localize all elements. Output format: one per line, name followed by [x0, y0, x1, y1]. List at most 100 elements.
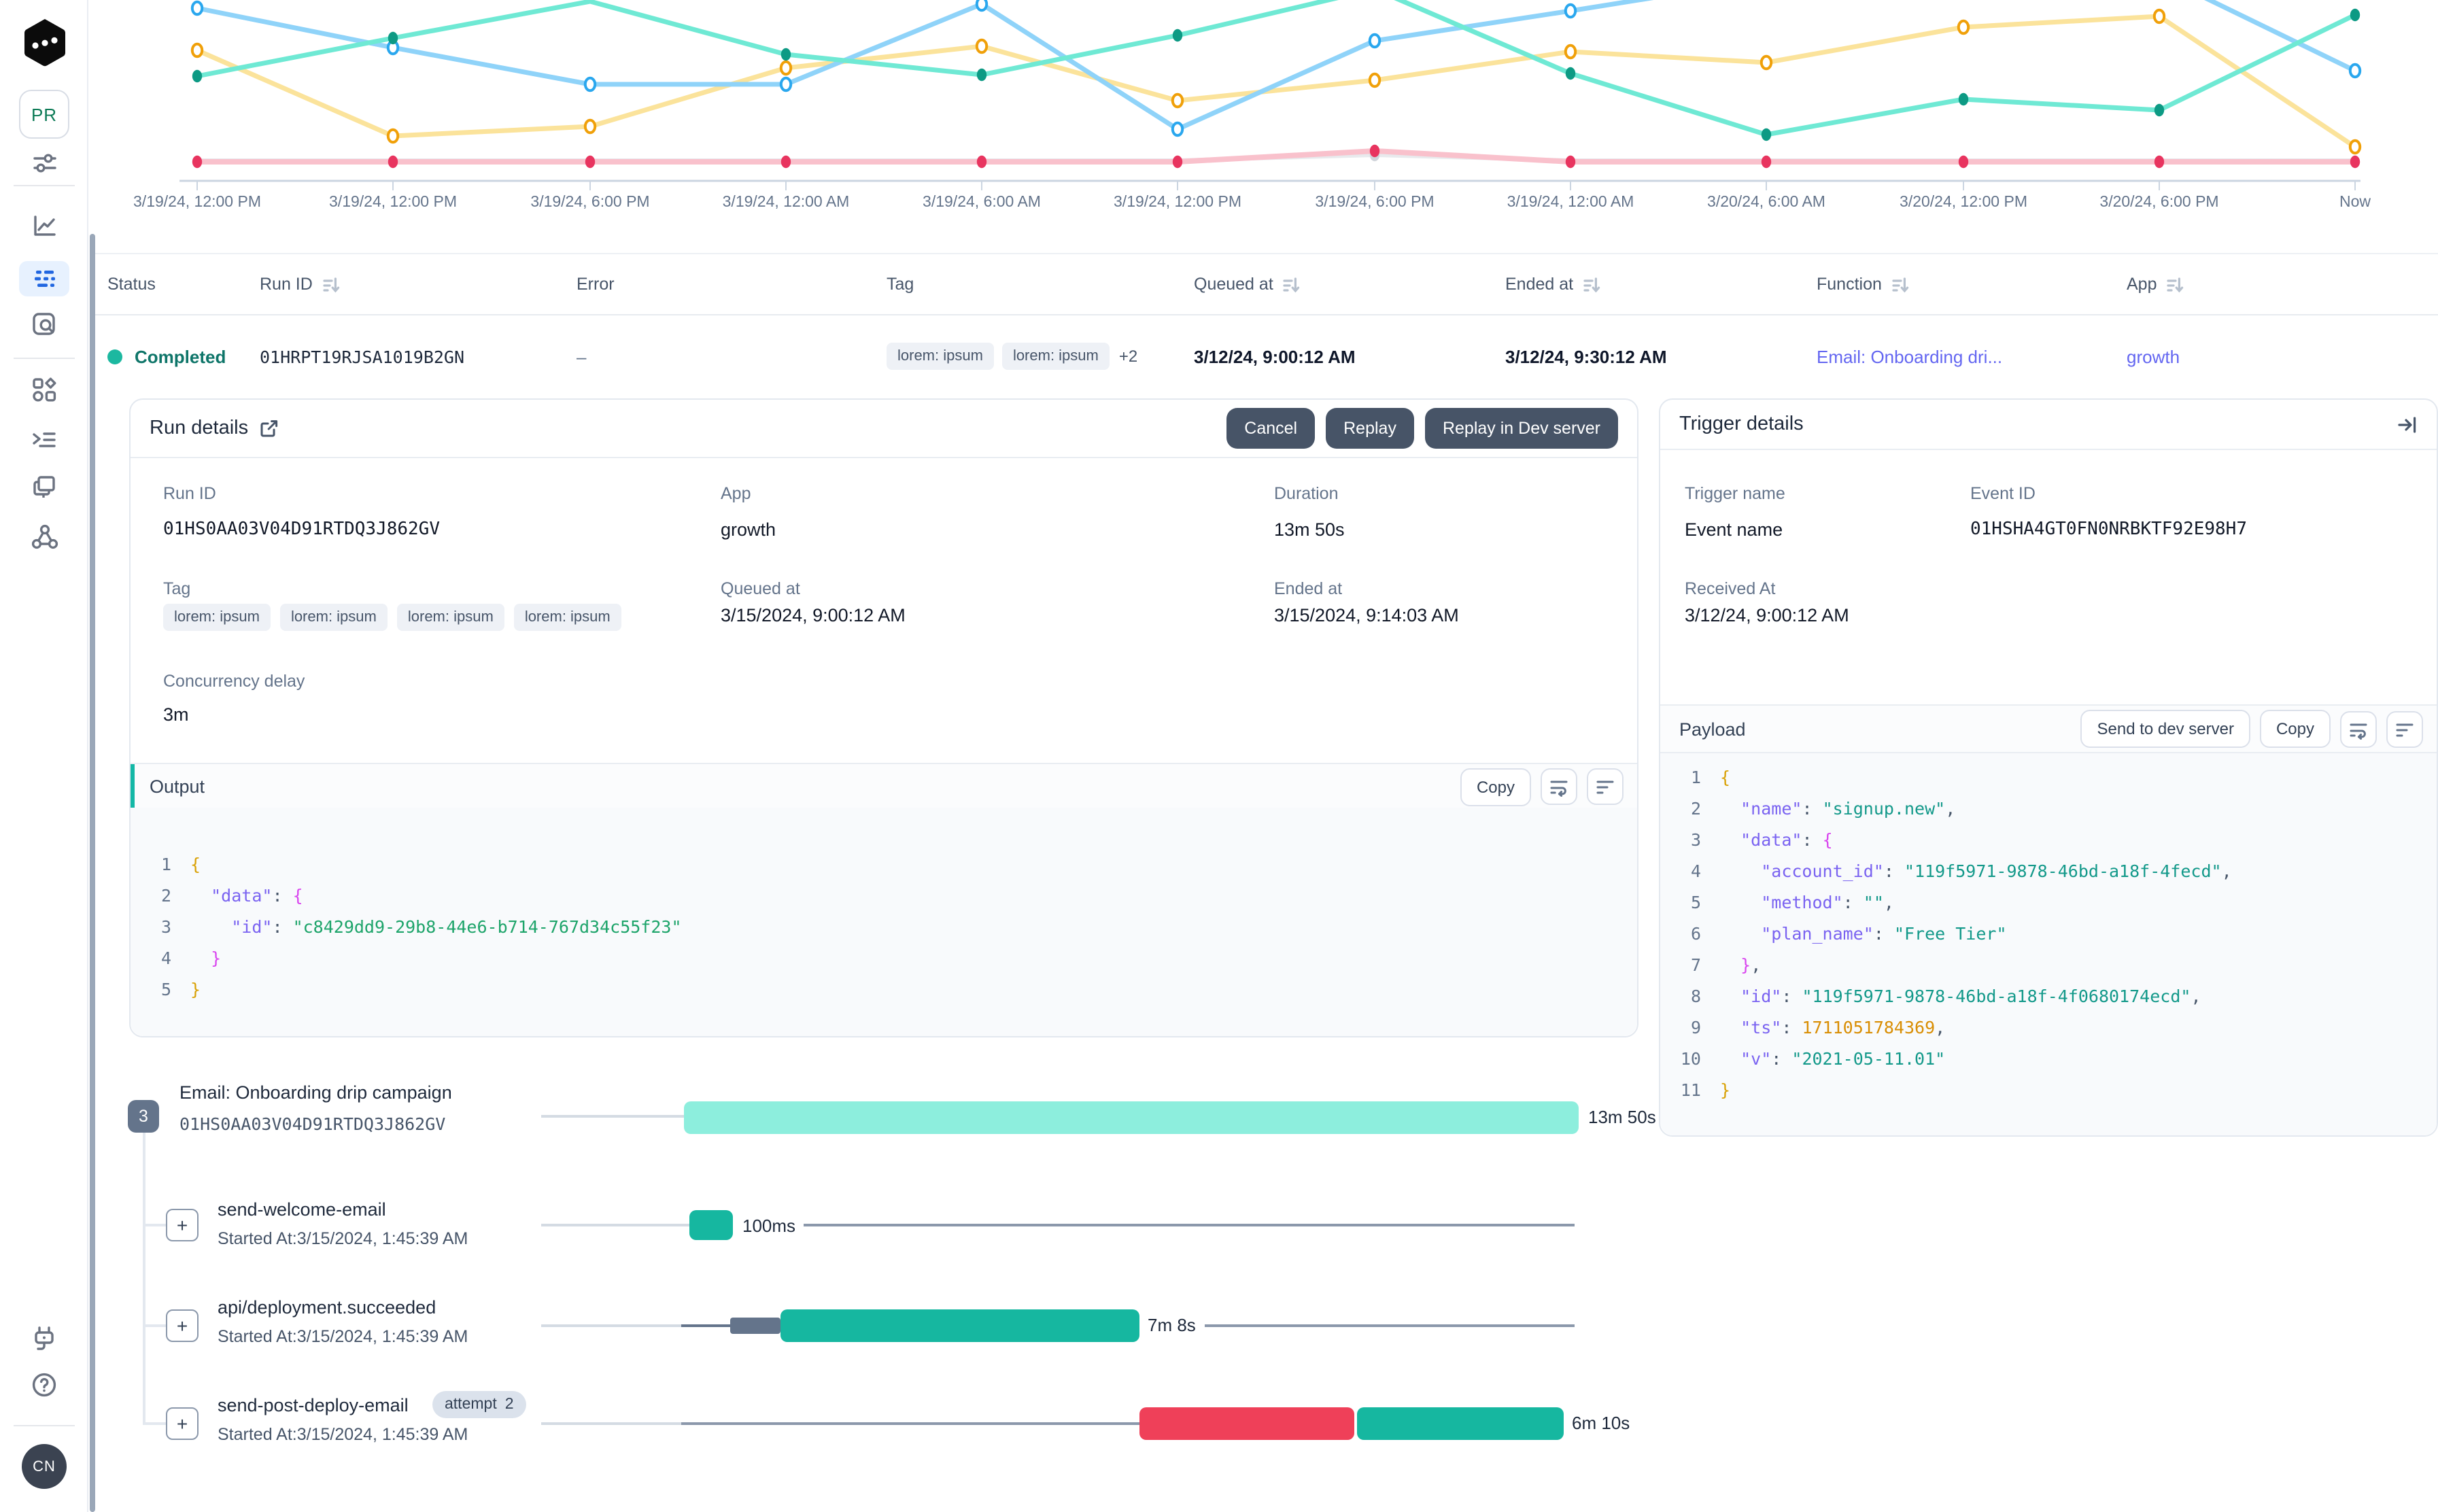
- code-line: 4 }: [160, 948, 222, 968]
- chart-x-axis: 3/19/24, 12:00 PM 3/19/24, 12:00 PM 3/19/2…: [95, 192, 2438, 219]
- failed-attempt-bar[interactable]: [1139, 1407, 1354, 1440]
- avatar-initials: CN: [33, 1458, 56, 1475]
- field-value-run-id: 01HS0AA03V04D91RTDQ3J862GV: [163, 519, 440, 540]
- output-title: Output: [150, 776, 205, 797]
- sort-icon[interactable]: [1583, 275, 1600, 293]
- env-badge[interactable]: PR: [19, 90, 69, 139]
- trace-connector: [541, 1324, 681, 1327]
- field-value-concurrency-delay: 3m: [163, 704, 189, 725]
- wrap-text-icon: [1550, 780, 1568, 797]
- run-tags: lorem: ipsum lorem: ipsum lorem: ipsum lore…: [163, 604, 621, 631]
- field-label-duration: Duration: [1274, 484, 1339, 503]
- output-header: Output Copy: [131, 763, 1637, 810]
- trace-row-title[interactable]: Email: Onboarding drip campaign: [179, 1082, 452, 1103]
- x-axis-tick-label: 3/19/24, 12:00 AM: [1507, 194, 1634, 211]
- trace-row-title[interactable]: send-post-deploy-email: [218, 1395, 409, 1415]
- sort-icon[interactable]: [2167, 275, 2184, 293]
- external-link-icon[interactable]: [259, 419, 278, 438]
- field-value-trigger-name: Event name: [1685, 519, 1783, 540]
- x-axis-tick-label: 3/20/24, 6:00 PM: [2099, 194, 2219, 211]
- replay-button[interactable]: Replay: [1326, 408, 1414, 449]
- payload-copy-button[interactable]: Copy: [2259, 710, 2331, 748]
- align-left-button[interactable]: [2386, 710, 2423, 747]
- code-line: 2 "name": "signup.new",: [1690, 798, 1956, 819]
- trigger-details-header: Trigger details: [1660, 400, 2437, 450]
- field-value-app[interactable]: growth: [721, 519, 776, 540]
- run-table-row[interactable]: Completed 01HRPT19RJSA1019B2GN – lorem: …: [95, 315, 2438, 397]
- column-header-ended-at[interactable]: Ended at: [1505, 254, 1600, 314]
- filters-icon[interactable]: [0, 150, 88, 177]
- step-span-bar[interactable]: [1357, 1407, 1564, 1440]
- code-line: 9 "ts": 1711051784369,: [1690, 1017, 1946, 1037]
- expand-step-button[interactable]: +: [166, 1407, 199, 1440]
- span-duration: 100ms: [742, 1216, 796, 1236]
- trace-extent-line: [1205, 1324, 1575, 1326]
- search-icon[interactable]: [0, 310, 88, 339]
- sort-icon[interactable]: [1891, 275, 1909, 293]
- trace-row-title[interactable]: send-welcome-email: [218, 1199, 386, 1220]
- payload-title: Payload: [1679, 719, 1746, 739]
- x-axis-tick-label: 3/19/24, 12:00 PM: [133, 194, 261, 211]
- code-line: 8 "id": "119f5971-9878-46bd-a18f-4f06801…: [1690, 986, 2201, 1006]
- wrap-text-button[interactable]: [1541, 768, 1577, 805]
- x-axis-tick-label: 3/20/24, 6:00 AM: [1707, 194, 1825, 211]
- runs-chart: 3/19/24, 12:00 PM 3/19/24, 12:00 PM 3/19/2…: [95, 0, 2438, 228]
- run-status: Completed: [107, 315, 226, 397]
- field-label-queued-at: Queued at: [721, 579, 800, 598]
- run-details-header: Run details Cancel Replay Replay in Dev …: [131, 400, 1637, 458]
- function-link[interactable]: Email: Onboarding dri...: [1817, 346, 2002, 366]
- ended-at-value: 3/12/24, 9:30:12 AM: [1505, 346, 1667, 366]
- send-to-dev-server-button[interactable]: Send to dev server: [2080, 710, 2250, 748]
- apps-icon[interactable]: [0, 375, 88, 404]
- tree-stub: [143, 1224, 166, 1226]
- dev-server-icon[interactable]: [0, 1324, 88, 1353]
- field-value-duration: 13m 50s: [1274, 519, 1345, 540]
- align-left-button[interactable]: [1587, 768, 1624, 805]
- column-header-tag: Tag: [887, 275, 914, 294]
- expand-step-button[interactable]: +: [166, 1209, 199, 1241]
- collapse-panel-icon[interactable]: [2397, 414, 2418, 434]
- runs-chart-svg[interactable]: [95, 0, 2438, 190]
- webhook-icon[interactable]: [0, 522, 88, 552]
- trace-row-title[interactable]: api/deployment.succeeded: [218, 1297, 436, 1318]
- replay-dev-server-button[interactable]: Replay in Dev server: [1424, 408, 1618, 449]
- step-span-bar[interactable]: [689, 1210, 733, 1240]
- trace-connector: [541, 1115, 684, 1118]
- x-axis-tick-label: 3/19/24, 6:00 PM: [1315, 194, 1435, 211]
- sidebar-divider: [14, 1425, 75, 1426]
- x-axis-tick-label: 3/19/24, 12:00 PM: [329, 194, 457, 211]
- x-axis-tick-label: Now: [2339, 194, 2371, 211]
- inngest-logo[interactable]: [0, 16, 88, 71]
- metrics-icon[interactable]: [0, 212, 88, 239]
- app-link[interactable]: growth: [2127, 346, 2180, 366]
- column-header-queued-at[interactable]: Queued at: [1194, 254, 1301, 314]
- runs-icon: [34, 271, 54, 287]
- trace-connector: [541, 1422, 681, 1425]
- sort-icon[interactable]: [322, 275, 340, 293]
- output-copy-button[interactable]: Copy: [1460, 768, 1531, 806]
- column-header-run-id[interactable]: Run ID: [260, 254, 340, 314]
- column-header-app[interactable]: App: [2127, 254, 2184, 314]
- main-content: 3/19/24, 12:00 PM 3/19/24, 12:00 PM 3/19/2…: [95, 0, 2438, 1512]
- console-icon[interactable]: [0, 426, 88, 454]
- sidebar-item-runs[interactable]: [19, 261, 69, 296]
- scrollbar-thumb[interactable]: [90, 234, 95, 1512]
- code-line: 1{: [1690, 767, 1731, 787]
- expand-step-button[interactable]: +: [166, 1309, 199, 1342]
- x-axis-tick-label: 3/19/24, 6:00 AM: [923, 194, 1041, 211]
- cancel-button[interactable]: Cancel: [1226, 408, 1316, 449]
- runs-table-header: Status Run ID Error Tag Queued at Ended …: [95, 254, 2438, 315]
- help-icon[interactable]: [0, 1371, 88, 1399]
- error-value: –: [577, 346, 587, 366]
- step-span-bar[interactable]: [780, 1309, 1139, 1342]
- column-header-function[interactable]: Function: [1817, 254, 1909, 314]
- function-span-bar[interactable]: [684, 1101, 1579, 1134]
- wrap-text-button[interactable]: [2340, 710, 2377, 747]
- queue-segment: [681, 1324, 730, 1327]
- user-avatar[interactable]: CN: [22, 1444, 67, 1489]
- sort-icon[interactable]: [1283, 275, 1301, 293]
- span-duration: 6m 10s: [1572, 1413, 1630, 1433]
- pages-icon[interactable]: [0, 473, 88, 502]
- sidebar-divider: [14, 185, 75, 186]
- tag-pill: lorem: ipsum: [163, 604, 271, 631]
